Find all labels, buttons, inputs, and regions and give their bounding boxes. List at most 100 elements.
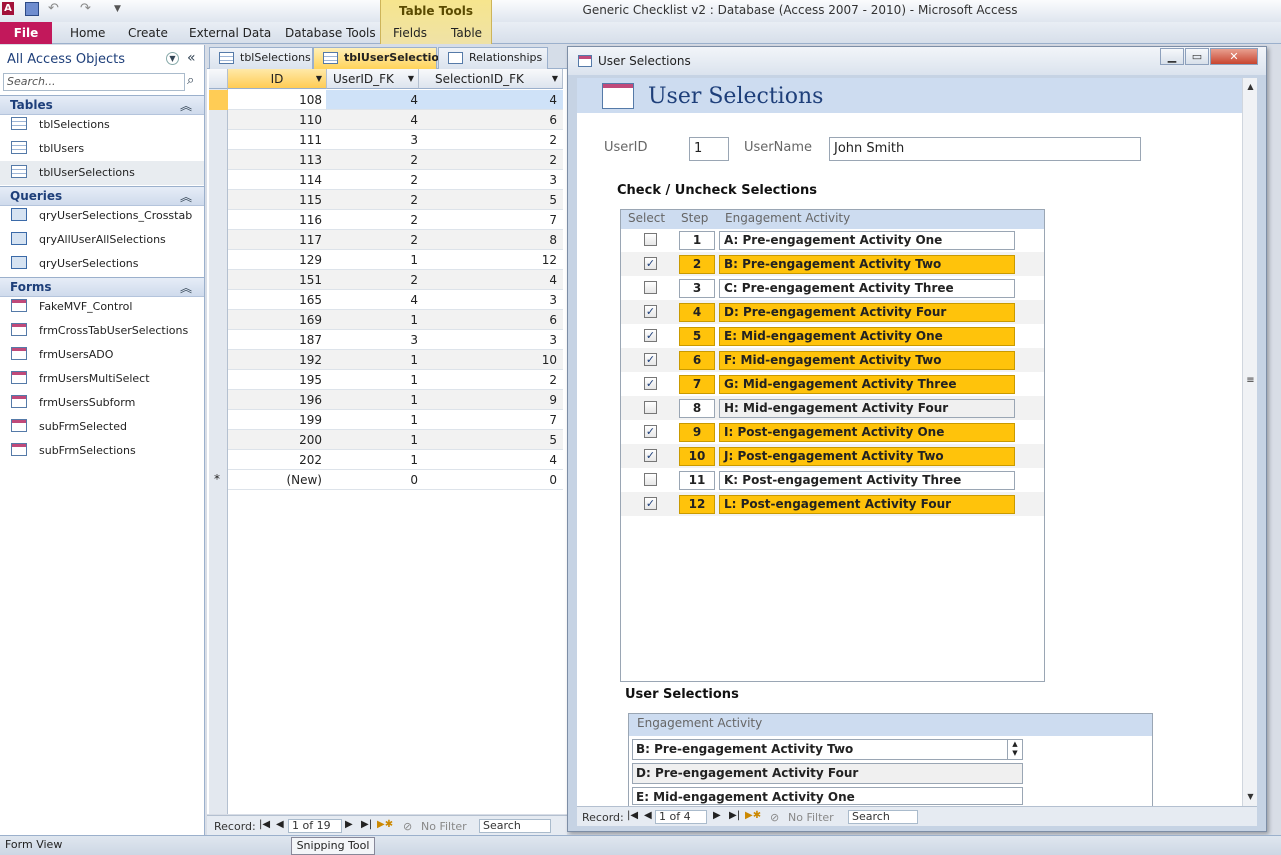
activity-field[interactable]: L: Post-engagement Activity Four	[719, 495, 1015, 514]
table-cell[interactable]: 4	[421, 273, 557, 287]
nav-item-frmusersado[interactable]: frmUsersADO	[0, 343, 204, 367]
activity-field[interactable]: E: Mid-engagement Activity One	[719, 327, 1015, 346]
table-cell[interactable]: 10	[421, 353, 557, 367]
select-checkbox[interactable]: ✓	[644, 449, 657, 462]
select-all-corner[interactable]	[209, 69, 228, 89]
table-cell[interactable]: 2	[324, 233, 418, 247]
table-cell[interactable]: 4	[324, 293, 418, 307]
scroll-down-icon[interactable]: ▼	[1243, 790, 1258, 804]
nav-item-tblusers[interactable]: tblUsers	[0, 137, 204, 161]
table-cell[interactable]: 2	[324, 213, 418, 227]
table-cell[interactable]: 1	[324, 413, 418, 427]
select-checkbox[interactable]: ✓	[644, 305, 657, 318]
userid-field[interactable]: 1	[689, 137, 729, 161]
column-header-id[interactable]: ID ▼	[228, 69, 327, 89]
first-record-icon[interactable]: |◀	[259, 819, 270, 830]
step-field[interactable]: 12	[679, 495, 715, 514]
collapse-pane-icon[interactable]: «	[187, 50, 196, 66]
username-field[interactable]: John Smith	[829, 137, 1141, 161]
close-button[interactable]: ✕	[1210, 48, 1258, 65]
last-record-icon[interactable]: ▶|	[361, 819, 372, 830]
tab-external-data[interactable]: External Data	[189, 26, 271, 40]
activity-field[interactable]: F: Mid-engagement Activity Two	[719, 351, 1015, 370]
nav-item-tblselections[interactable]: tblSelections	[0, 113, 204, 137]
form-vertical-scrollbar[interactable]: ▲ ≡ ▼	[1242, 78, 1257, 806]
table-cell[interactable]: 115	[228, 193, 322, 207]
table-cell[interactable]: 116	[228, 213, 322, 227]
table-cell[interactable]: 6	[421, 113, 557, 127]
step-field[interactable]: 1	[679, 231, 715, 250]
table-cell[interactable]: 1	[324, 253, 418, 267]
table-row[interactable]: 110 4 6	[228, 110, 563, 130]
chevron-down-icon[interactable]: ▼	[166, 52, 179, 65]
activity-field[interactable]: A: Pre-engagement Activity One	[719, 231, 1015, 250]
table-cell[interactable]: 2	[421, 153, 557, 167]
table-cell[interactable]: 1	[324, 453, 418, 467]
table-cell[interactable]: 2	[421, 373, 557, 387]
record-position-input[interactable]: 1 of 19	[288, 819, 342, 833]
table-row[interactable]: 113 2 2	[228, 150, 563, 170]
collapse-section-icon[interactable]: ︽	[180, 279, 192, 296]
table-cell[interactable]: 195	[228, 373, 322, 387]
step-field[interactable]: 2	[679, 255, 715, 274]
table-cell[interactable]: 165	[228, 293, 322, 307]
nav-search-input[interactable]: Search...	[3, 73, 185, 91]
select-checkbox[interactable]: ✓	[644, 377, 657, 390]
column-header-userid-fk[interactable]: UserID_FK ▼	[327, 69, 419, 89]
step-field[interactable]: 5	[679, 327, 715, 346]
table-cell[interactable]: 114	[228, 173, 322, 187]
table-cell[interactable]: 192	[228, 353, 322, 367]
tab-tblselections[interactable]: tblSelections	[209, 47, 313, 69]
column-header-selectionid-fk[interactable]: SelectionID_FK ▼	[419, 69, 563, 89]
table-row[interactable]: 196 1 9	[228, 390, 563, 410]
nav-item-qryuserselections[interactable]: qryUserSelections	[0, 252, 204, 276]
no-filter-button[interactable]: No Filter	[788, 811, 834, 824]
next-record-icon[interactable]: ▶	[345, 819, 353, 830]
table-cell[interactable]: 2	[324, 193, 418, 207]
table-cell[interactable]: 1	[324, 393, 418, 407]
table-row[interactable]: 108 4 4	[228, 90, 563, 110]
table-cell[interactable]: 110	[228, 113, 322, 127]
last-record-icon[interactable]: ▶|	[729, 810, 740, 821]
step-field[interactable]: 6	[679, 351, 715, 370]
table-cell[interactable]: 3	[421, 293, 557, 307]
table-cell[interactable]: 9	[421, 393, 557, 407]
nav-section-forms[interactable]: Forms ︽	[0, 277, 204, 297]
table-cell[interactable]: 12	[421, 253, 557, 267]
nav-item-fakemvf-control[interactable]: FakeMVF_Control	[0, 295, 204, 319]
tab-table[interactable]: Table	[451, 26, 482, 40]
table-cell[interactable]: 111	[228, 133, 322, 147]
customize-toolbar-icon[interactable]: ▼	[114, 2, 128, 16]
activity-field[interactable]: G: Mid-engagement Activity Three	[719, 375, 1015, 394]
table-cell[interactable]: 3	[324, 133, 418, 147]
table-cell[interactable]: 196	[228, 393, 322, 407]
table-row[interactable]: 202 1 4	[228, 450, 563, 470]
activity-field[interactable]: J: Post-engagement Activity Two	[719, 447, 1015, 466]
select-checkbox[interactable]	[644, 473, 657, 486]
table-cell[interactable]: 5	[421, 433, 557, 447]
table-cell[interactable]: 8	[421, 233, 557, 247]
collapse-section-icon[interactable]: ︽	[180, 97, 192, 114]
table-cell[interactable]: 113	[228, 153, 322, 167]
table-row[interactable]: 169 1 6	[228, 310, 563, 330]
select-checkbox[interactable]: ✓	[644, 425, 657, 438]
step-field[interactable]: 3	[679, 279, 715, 298]
table-cell[interactable]: 108	[228, 93, 322, 107]
table-row[interactable]: 187 3 3	[228, 330, 563, 350]
activity-field[interactable]: I: Post-engagement Activity One	[719, 423, 1015, 442]
table-cell[interactable]: 187	[228, 333, 322, 347]
no-filter-button[interactable]: No Filter	[421, 820, 467, 833]
select-checkbox[interactable]: ✓	[644, 257, 657, 270]
activity-field[interactable]: D: Pre-engagement Activity Four	[719, 303, 1015, 322]
tab-database-tools[interactable]: Database Tools	[285, 26, 376, 40]
chevron-down-icon[interactable]: ▼	[316, 69, 322, 89]
nav-section-queries[interactable]: Queries ︽	[0, 186, 204, 206]
step-field[interactable]: 11	[679, 471, 715, 490]
table-row[interactable]: 192 1 10	[228, 350, 563, 370]
selection-row[interactable]: D: Pre-engagement Activity Four	[632, 763, 1023, 784]
activity-field[interactable]: K: Post-engagement Activity Three	[719, 471, 1015, 490]
table-cell[interactable]: 2	[421, 133, 557, 147]
nav-item-qryuserselections-crosstab[interactable]: qryUserSelections_Crosstab	[0, 204, 204, 228]
tab-fields[interactable]: Fields	[393, 26, 427, 40]
table-cell[interactable]: 2	[324, 153, 418, 167]
